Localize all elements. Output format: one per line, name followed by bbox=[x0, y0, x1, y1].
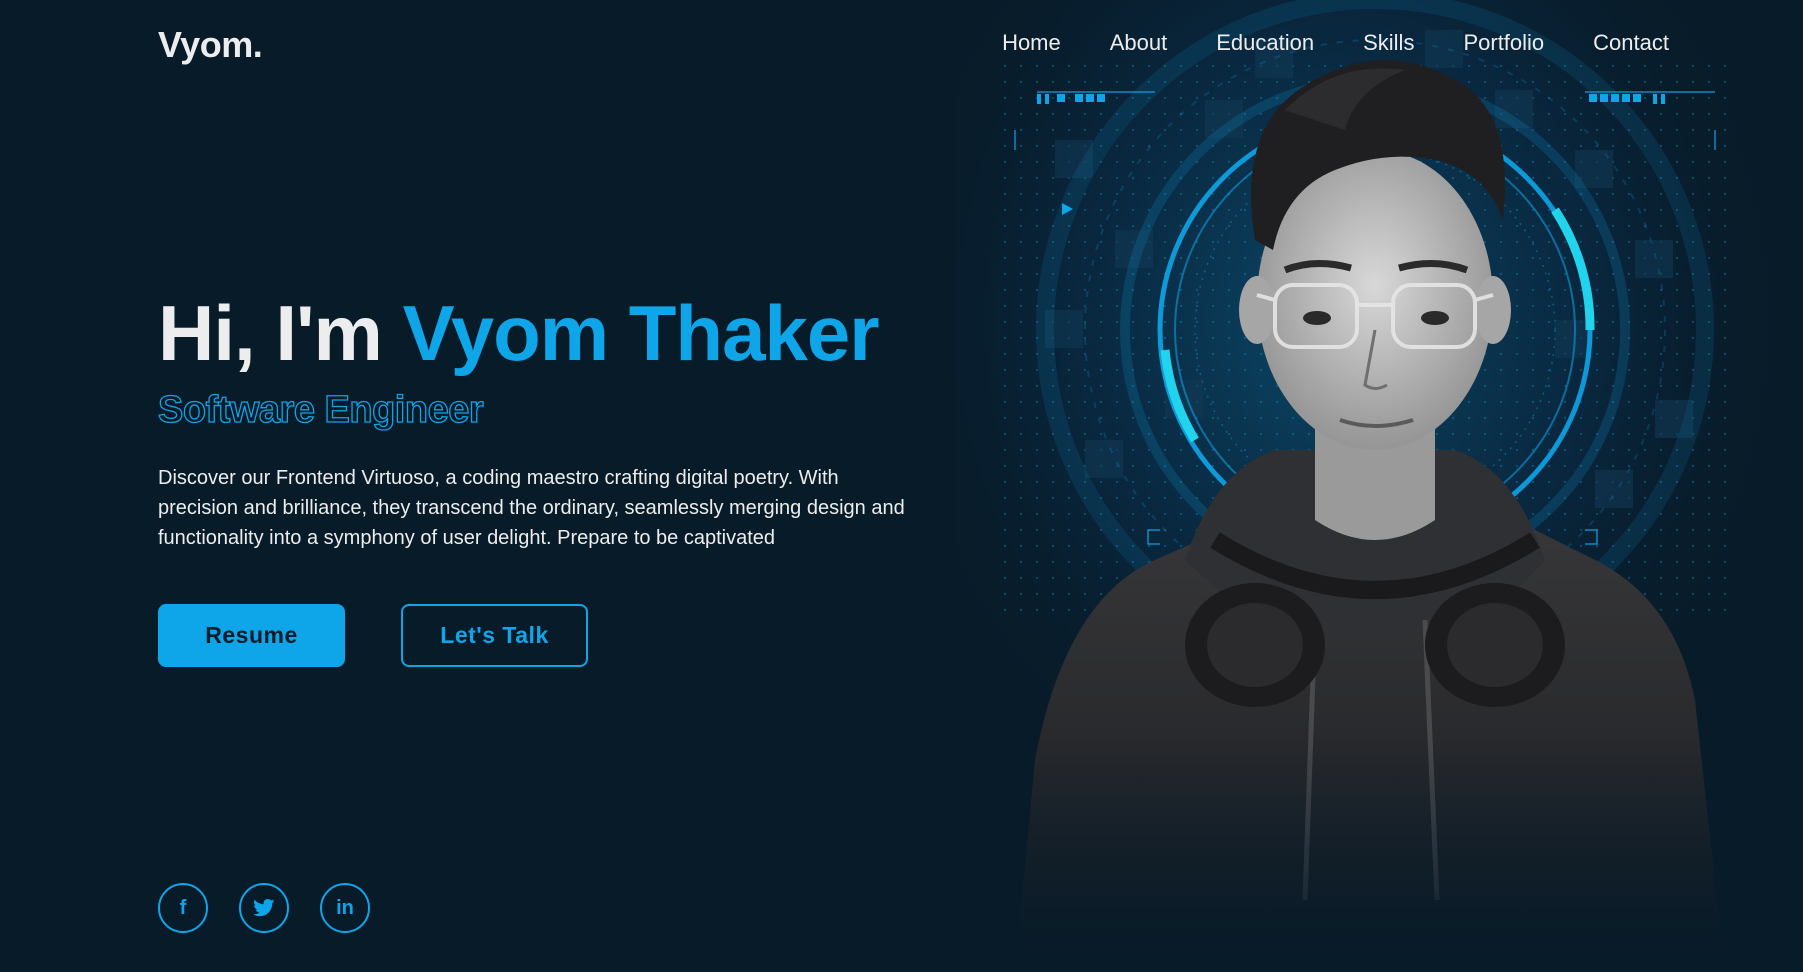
hero-buttons: Resume Let's Talk bbox=[158, 604, 928, 667]
main-nav: Home About Education Skills Portfolio Co… bbox=[953, 30, 1669, 56]
nav-link-education[interactable]: Education bbox=[1216, 30, 1314, 56]
facebook-icon: f bbox=[179, 896, 187, 919]
linkedin-link[interactable]: in bbox=[320, 883, 370, 933]
nav-link-contact[interactable]: Contact bbox=[1593, 30, 1669, 56]
portfolio-page: Vyom. Home About Education Skills Portfo… bbox=[0, 0, 1803, 972]
hero-description: Discover our Frontend Virtuoso, a coding… bbox=[158, 467, 905, 549]
resume-button[interactable]: Resume bbox=[158, 604, 345, 667]
nav-link-portfolio[interactable]: Portfolio bbox=[1463, 30, 1544, 56]
site-logo[interactable]: Vyom. bbox=[158, 24, 263, 66]
hero-role: Software Engineer bbox=[157, 388, 484, 431]
site-header: Vyom. Home About Education Skills Portfo… bbox=[0, 0, 1803, 90]
linkedin-icon: in bbox=[336, 896, 354, 919]
hero-section: Hi, I'm Vyom Thaker Software Engineer Di… bbox=[157, 285, 928, 667]
lets-talk-button[interactable]: Let's Talk bbox=[401, 604, 588, 667]
hero-name: Vyom Thaker bbox=[402, 289, 880, 377]
nav-link-skills[interactable]: Skills bbox=[1363, 30, 1414, 56]
nav-link-about[interactable]: About bbox=[1110, 30, 1168, 56]
twitter-link[interactable] bbox=[239, 883, 289, 933]
hero-heading: Hi, I'm Vyom Thaker bbox=[158, 285, 928, 381]
nav-link-home[interactable]: Home bbox=[1002, 30, 1061, 56]
hero-greeting: Hi, I'm bbox=[158, 289, 383, 377]
social-links: f in bbox=[158, 883, 370, 933]
facebook-link[interactable]: f bbox=[158, 883, 208, 933]
twitter-icon bbox=[253, 899, 275, 917]
hero-image bbox=[955, 0, 1803, 972]
